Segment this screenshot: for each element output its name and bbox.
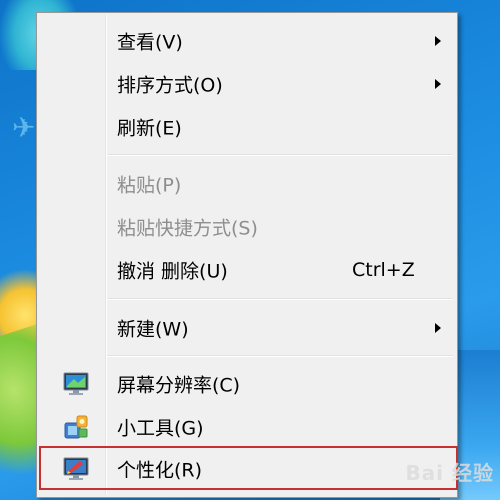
menu-item-personalize[interactable]: 个性化(R) bbox=[39, 449, 455, 489]
menu-item-label: 查看(V) bbox=[117, 31, 183, 54]
menu-item-screen-resolution[interactable]: 屏幕分辨率(C) bbox=[39, 364, 455, 404]
menu-item-label: 撤消 删除(U) bbox=[117, 260, 228, 283]
menu-item-label: 粘贴快捷方式(S) bbox=[117, 217, 258, 240]
menu-item-undo-delete[interactable]: 撤消 删除(U) Ctrl+Z bbox=[39, 250, 455, 290]
submenu-arrow-icon bbox=[435, 79, 441, 89]
menu-item-label: 粘贴(P) bbox=[117, 174, 182, 197]
menu-separator bbox=[107, 355, 453, 357]
menu-item-label: 小工具(G) bbox=[117, 417, 204, 440]
submenu-arrow-icon bbox=[435, 323, 441, 333]
menu-item-sort-by[interactable]: 排序方式(O) bbox=[39, 64, 455, 104]
desktop-background[interactable]: ✈ 查看(V) 排序方式(O) 刷新(E) 粘贴(P) 粘贴快捷方式(S) 撤消… bbox=[0, 0, 500, 500]
menu-item-refresh[interactable]: 刷新(E) bbox=[39, 107, 455, 147]
menu-item-label: 排序方式(O) bbox=[117, 74, 223, 97]
menu-item-shortcut: Ctrl+Z bbox=[352, 259, 415, 281]
menu-item-label: 刷新(E) bbox=[117, 117, 182, 140]
menu-item-new[interactable]: 新建(W) bbox=[39, 308, 455, 348]
display-settings-icon bbox=[62, 371, 90, 397]
menu-separator bbox=[107, 298, 453, 300]
desktop-context-menu: 查看(V) 排序方式(O) 刷新(E) 粘贴(P) 粘贴快捷方式(S) 撤消 删… bbox=[36, 12, 458, 498]
menu-item-label: 新建(W) bbox=[117, 318, 189, 341]
menu-separator bbox=[107, 154, 453, 156]
menu-item-label: 屏幕分辨率(C) bbox=[117, 374, 241, 397]
menu-item-gadgets[interactable]: 小工具(G) bbox=[39, 407, 455, 447]
menu-item-label: 个性化(R) bbox=[117, 459, 203, 482]
gadgets-icon bbox=[62, 414, 90, 440]
menu-item-view[interactable]: 查看(V) bbox=[39, 21, 455, 61]
personalize-icon bbox=[62, 456, 90, 482]
baidu-jingyan-watermark: Bai 经验 bbox=[405, 461, 494, 485]
menu-item-paste-shortcut: 粘贴快捷方式(S) bbox=[39, 207, 455, 247]
submenu-arrow-icon bbox=[435, 36, 441, 46]
menu-item-paste: 粘贴(P) bbox=[39, 164, 455, 204]
